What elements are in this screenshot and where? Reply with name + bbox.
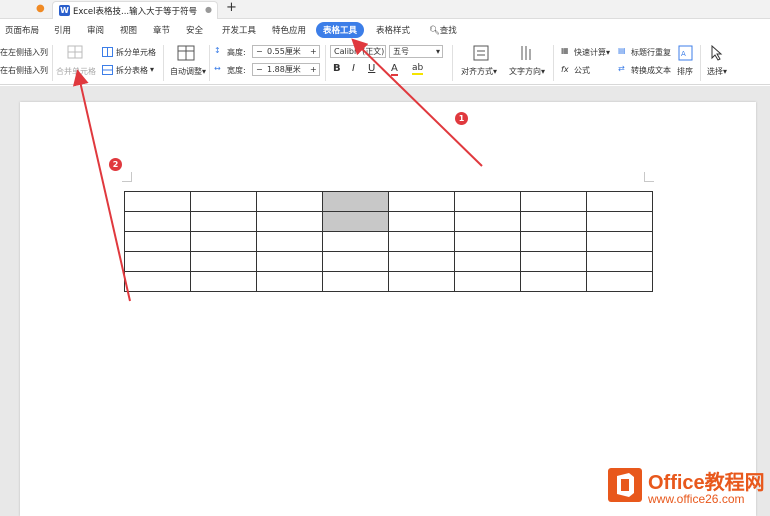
arrow-to-table-tools <box>351 38 483 167</box>
step-badge-2: 2 <box>109 158 122 171</box>
watermark-url: www.office26.com <box>648 492 745 506</box>
office-logo-icon <box>608 468 642 502</box>
watermark-logo: Office教程网 www.office26.com <box>608 466 768 514</box>
watermark-title: Office教程网 <box>648 472 765 494</box>
annotation-arrows <box>72 38 483 302</box>
arrow-to-merge-cells <box>72 69 131 302</box>
step-badge-1: 1 <box>455 112 468 125</box>
